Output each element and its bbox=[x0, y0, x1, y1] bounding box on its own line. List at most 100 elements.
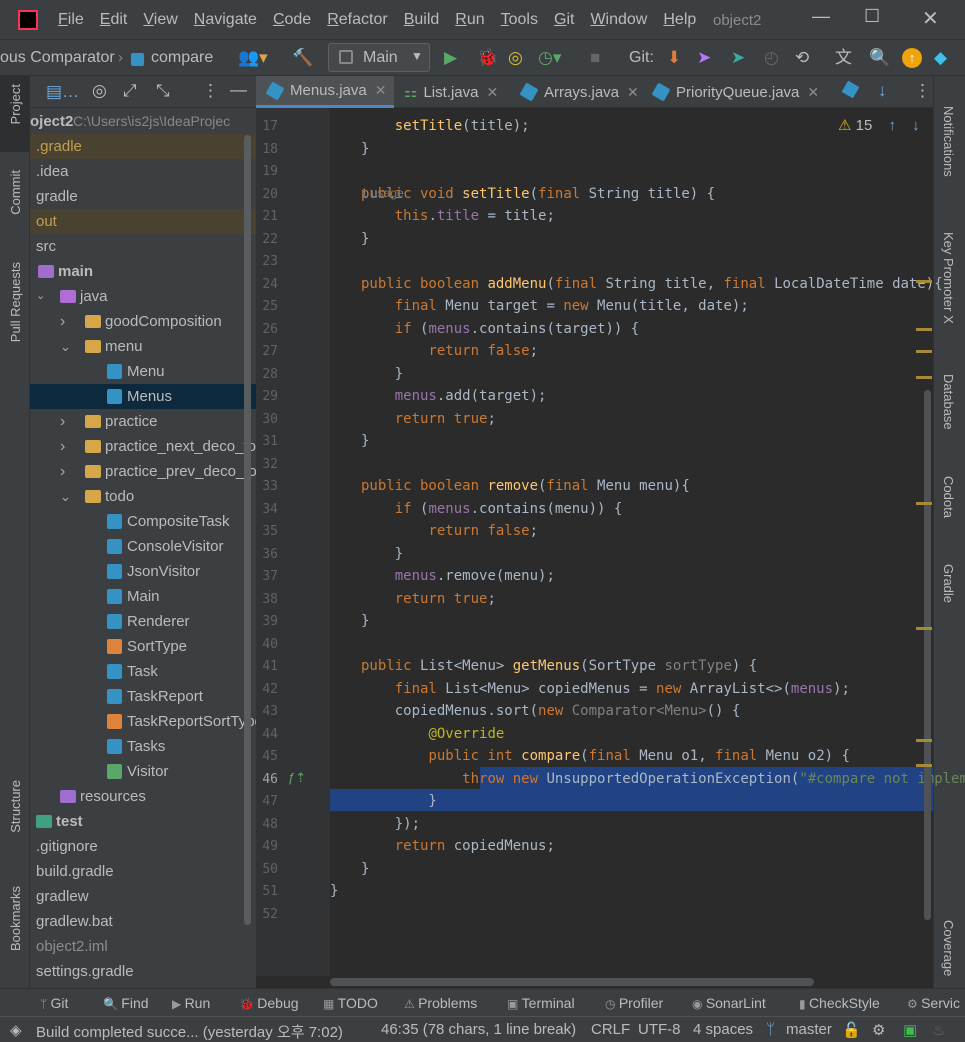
layout-icon[interactable]: ◈ bbox=[10, 1021, 22, 1039]
tree-item[interactable]: TaskReport bbox=[30, 684, 256, 709]
update-icon[interactable]: ↑ bbox=[902, 48, 922, 68]
tree-item[interactable]: ⌄ todo bbox=[30, 484, 256, 509]
menu-item-view[interactable]: View bbox=[143, 11, 177, 29]
tool-debug[interactable]: 🐞 Debug bbox=[239, 995, 299, 1011]
caret-position[interactable]: 46:35 (78 chars, 1 line break) bbox=[381, 1021, 576, 1038]
tool-git[interactable]: ᛘ Git bbox=[40, 995, 68, 1011]
warning-stripe-mark[interactable] bbox=[916, 376, 932, 379]
translate-icon[interactable]: 文 bbox=[835, 48, 852, 68]
search-icon[interactable]: 🔍 bbox=[869, 48, 890, 68]
line-separator[interactable]: CRLF bbox=[591, 1021, 630, 1038]
chevron-right-icon[interactable]: › bbox=[60, 409, 65, 434]
tool-profiler[interactable]: ◷ Profiler bbox=[605, 995, 663, 1011]
tree-item[interactable]: .gitignore bbox=[30, 834, 256, 859]
tree-item[interactable]: › practice bbox=[30, 409, 256, 434]
chevron-down-icon[interactable]: ⌄ bbox=[60, 484, 71, 509]
tree-item[interactable]: JsonVisitor bbox=[30, 559, 256, 584]
tab-arrays-java[interactable]: Arrays.java ✕ bbox=[519, 76, 639, 108]
tree-item[interactable]: Menus bbox=[30, 384, 256, 409]
tab-list-java[interactable]: ⚏ List.java ✕ bbox=[404, 76, 498, 108]
chevron-right-icon[interactable]: › bbox=[60, 309, 65, 334]
notifications-tool-label[interactable]: Notifications bbox=[941, 106, 956, 177]
tree-item[interactable]: main bbox=[30, 259, 256, 284]
code-line[interactable]: public int compare(final Menu o1, final … bbox=[361, 745, 849, 767]
git-branch[interactable]: master bbox=[786, 1021, 832, 1038]
code-line[interactable]: } bbox=[361, 858, 369, 880]
code-line[interactable]: if (menus.contains(target)) { bbox=[361, 318, 639, 340]
tool-sonarlint[interactable]: ◉ SonarLint bbox=[692, 995, 766, 1011]
menu-item-window[interactable]: Window bbox=[590, 11, 647, 29]
recent-down-icon[interactable]: ↓ bbox=[878, 81, 887, 101]
close-tab-icon[interactable]: ✕ bbox=[627, 84, 639, 101]
coverage-tool-label[interactable]: Coverage bbox=[941, 920, 956, 976]
tree-item[interactable]: resources bbox=[30, 784, 256, 809]
code-line[interactable]: public void setTitle(final String title)… bbox=[361, 183, 715, 205]
chevron-down-icon[interactable]: ⌄ bbox=[36, 284, 45, 309]
tree-item[interactable]: SortType bbox=[30, 634, 256, 659]
tool-problems[interactable]: ⚠ Problems bbox=[404, 995, 477, 1011]
menu-item-tools[interactable]: Tools bbox=[501, 11, 538, 29]
warning-stripe-mark[interactable] bbox=[916, 280, 932, 283]
code-line[interactable]: } bbox=[361, 363, 403, 385]
gradle-tool-label[interactable]: Gradle bbox=[941, 564, 956, 603]
tree-item[interactable]: gradlew bbox=[30, 884, 256, 909]
tree-item[interactable]: object2.iml bbox=[30, 934, 256, 959]
run-icon[interactable]: ▶ bbox=[444, 48, 457, 68]
hscroll-thumb[interactable] bbox=[330, 978, 814, 986]
tabs-menu-icon[interactable]: ⋮ bbox=[914, 81, 931, 101]
commit-tool-label[interactable]: Commit bbox=[8, 170, 23, 215]
tree-item[interactable]: Menu bbox=[30, 359, 256, 384]
tool-terminal[interactable]: ▣ Terminal bbox=[507, 995, 575, 1011]
warning-stripe-mark[interactable] bbox=[916, 328, 932, 331]
menu-item-help[interactable]: Help bbox=[663, 11, 696, 29]
indent-setting[interactable]: 4 spaces bbox=[693, 1021, 753, 1038]
tree-item[interactable]: settings.gradle bbox=[30, 959, 256, 984]
file-encoding[interactable]: UTF-8 bbox=[638, 1021, 681, 1038]
tree-item[interactable]: out bbox=[30, 209, 256, 234]
inspector-icon[interactable]: ⚙ bbox=[872, 1021, 885, 1039]
code-line[interactable]: } bbox=[330, 880, 338, 902]
history-icon[interactable]: ◴ bbox=[764, 48, 779, 68]
chevron-right-icon[interactable]: › bbox=[60, 434, 65, 459]
code-line[interactable]: }); bbox=[361, 813, 420, 835]
code-line[interactable]: public List<Menu> getMenus(SortType sort… bbox=[361, 655, 757, 677]
project-view-icon[interactable]: ▤… bbox=[46, 82, 79, 102]
code-line[interactable]: final List<Menu> copiedMenus = new Array… bbox=[361, 678, 850, 700]
tree-item[interactable]: Visitor bbox=[30, 759, 256, 784]
tool-todo[interactable]: ▦ TODO bbox=[323, 995, 378, 1011]
menu-item-edit[interactable]: Edit bbox=[100, 11, 128, 29]
inspection-widget[interactable]: ⚠ 15 ↑ ↓ bbox=[838, 116, 920, 134]
code-line[interactable]: menus.add(target); bbox=[361, 385, 547, 407]
breadcrumb-class[interactable]: ous Comparator bbox=[0, 49, 115, 67]
structure-tool-label[interactable]: Structure bbox=[8, 780, 23, 833]
tree-item[interactable]: › goodComposition bbox=[30, 309, 256, 334]
key-promoter-tool-label[interactable]: Key Promoter X bbox=[941, 232, 956, 324]
tree-item[interactable]: ⌄ menu bbox=[30, 334, 256, 359]
database-tool-label[interactable]: Database bbox=[941, 374, 956, 430]
code-line[interactable]: return true; bbox=[361, 588, 496, 610]
tree-item[interactable]: gradle bbox=[30, 184, 256, 209]
code-line[interactable]: if (menus.contains(menu)) { bbox=[361, 498, 623, 520]
tool-checkstyle[interactable]: ▮ CheckStyle bbox=[799, 995, 880, 1011]
tab-priorityqueue-java[interactable]: PriorityQueue.java ✕ bbox=[651, 76, 819, 108]
tool-find[interactable]: 🔍 Find bbox=[103, 995, 149, 1011]
code-line[interactable]: copiedMenus.sort(new Comparator<Menu>() … bbox=[361, 700, 741, 722]
method-override-icon[interactable]: ƒ⇡ bbox=[288, 770, 306, 786]
memory-icon[interactable]: ♨ bbox=[932, 1021, 945, 1039]
git-update-icon[interactable]: ⬇ bbox=[667, 48, 681, 68]
code-line[interactable]: throw new UnsupportedOperationException(… bbox=[361, 768, 965, 790]
debug-icon[interactable]: 🐞 bbox=[477, 48, 498, 68]
locate-icon[interactable]: ◎ bbox=[92, 81, 107, 101]
menu-item-code[interactable]: Code bbox=[273, 11, 311, 29]
usage-hint[interactable]: 1 usage bbox=[361, 186, 404, 200]
code-line[interactable]: public boolean remove(final Menu menu){ bbox=[361, 475, 690, 497]
menu-item-navigate[interactable]: Navigate bbox=[194, 11, 257, 29]
code-line[interactable]: } bbox=[361, 138, 369, 160]
tree-item[interactable]: Tasks bbox=[30, 734, 256, 759]
next-highlight-icon[interactable]: ↓ bbox=[912, 117, 920, 134]
tree-item[interactable]: CompositeTask bbox=[30, 509, 256, 534]
status-message[interactable]: Build completed succe... (yesterday 오후 7… bbox=[36, 1021, 343, 1042]
close-tab-icon[interactable]: ✕ bbox=[375, 82, 387, 99]
codota-tool-label[interactable]: Codota bbox=[941, 476, 956, 518]
code-line[interactable]: return true; bbox=[361, 408, 496, 430]
